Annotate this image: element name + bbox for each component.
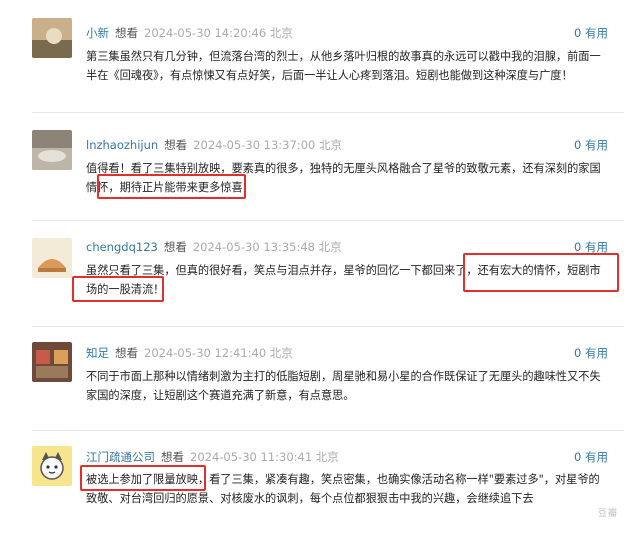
username-link[interactable]: 江门疏通公司 [86, 450, 155, 464]
comment-text: 第三集虽然只有几分钟，但流落台湾的烈士，从他乡落叶归根的故事真的永远可以戳中我的… [86, 50, 601, 82]
rating-status: 想看 [115, 26, 138, 40]
watermark: 豆瓣 [597, 509, 618, 519]
timestamp: 2024-05-30 13:37:00 北京 [193, 138, 342, 152]
comment-meta: lnzhaozhijun 想看 2024-05-30 13:37:00 北京 [86, 138, 342, 152]
timestamp: 2024-05-30 11:30:41 北京 [190, 450, 339, 464]
useful-vote-button[interactable]: 0 有用 [574, 346, 608, 360]
highlight-box [72, 276, 164, 302]
comment-meta: 江门疏通公司 想看 2024-05-30 11:30:41 北京 [86, 450, 339, 464]
highlight-box [80, 465, 206, 491]
divider [32, 112, 624, 113]
avatar-image [32, 130, 72, 170]
divider [32, 220, 624, 221]
avatar[interactable] [32, 446, 72, 486]
username-link[interactable]: lnzhaozhijun [86, 138, 158, 152]
useful-vote-button[interactable]: 0 有用 [574, 138, 608, 152]
rating-status: 想看 [161, 450, 184, 464]
timestamp: 2024-05-30 12:41:40 北京 [144, 346, 293, 360]
avatar-image [32, 446, 72, 486]
comment-meta: 知足 想看 2024-05-30 12:41:40 北京 [86, 346, 293, 360]
divider [32, 326, 624, 327]
divider [32, 430, 624, 431]
rating-status: 想看 [163, 240, 187, 254]
comment-item: 小新 想看 2024-05-30 14:20:46 北京 0 有用 第三集虽然只有几… [0, 0, 640, 108]
comment-meta: 小新 想看 2024-05-30 14:20:46 北京 [86, 26, 293, 40]
rating-status: 想看 [164, 138, 188, 152]
useful-vote-button[interactable]: 0 有用 [574, 26, 608, 40]
comment-meta: chengdq123 想看 2024-05-30 13:35:48 北京 [86, 240, 342, 254]
avatar[interactable] [32, 18, 72, 58]
avatar-image [32, 238, 72, 278]
avatar-image [32, 342, 72, 382]
useful-vote-button[interactable]: 0 有用 [574, 240, 608, 254]
timestamp: 2024-05-30 13:35:48 北京 [192, 240, 342, 254]
avatar[interactable] [32, 342, 72, 382]
highlight-box [97, 174, 246, 199]
username-link[interactable]: 知足 [86, 346, 109, 360]
rating-status: 想看 [115, 346, 138, 360]
highlight-box [463, 253, 619, 292]
username-link[interactable]: chengdq123 [86, 240, 158, 254]
avatar[interactable] [32, 130, 72, 170]
comment-text: 不同于市面上那种以情绪刺激为主打的低脂短剧，周星驰和易小星的合作既保证了无厘头的… [86, 370, 601, 402]
useful-vote-button[interactable]: 0 有用 [574, 450, 608, 464]
timestamp: 2024-05-30 14:20:46 北京 [144, 26, 293, 40]
avatar[interactable] [32, 238, 72, 278]
username-link[interactable]: 小新 [86, 26, 109, 40]
avatar-image [32, 18, 72, 58]
